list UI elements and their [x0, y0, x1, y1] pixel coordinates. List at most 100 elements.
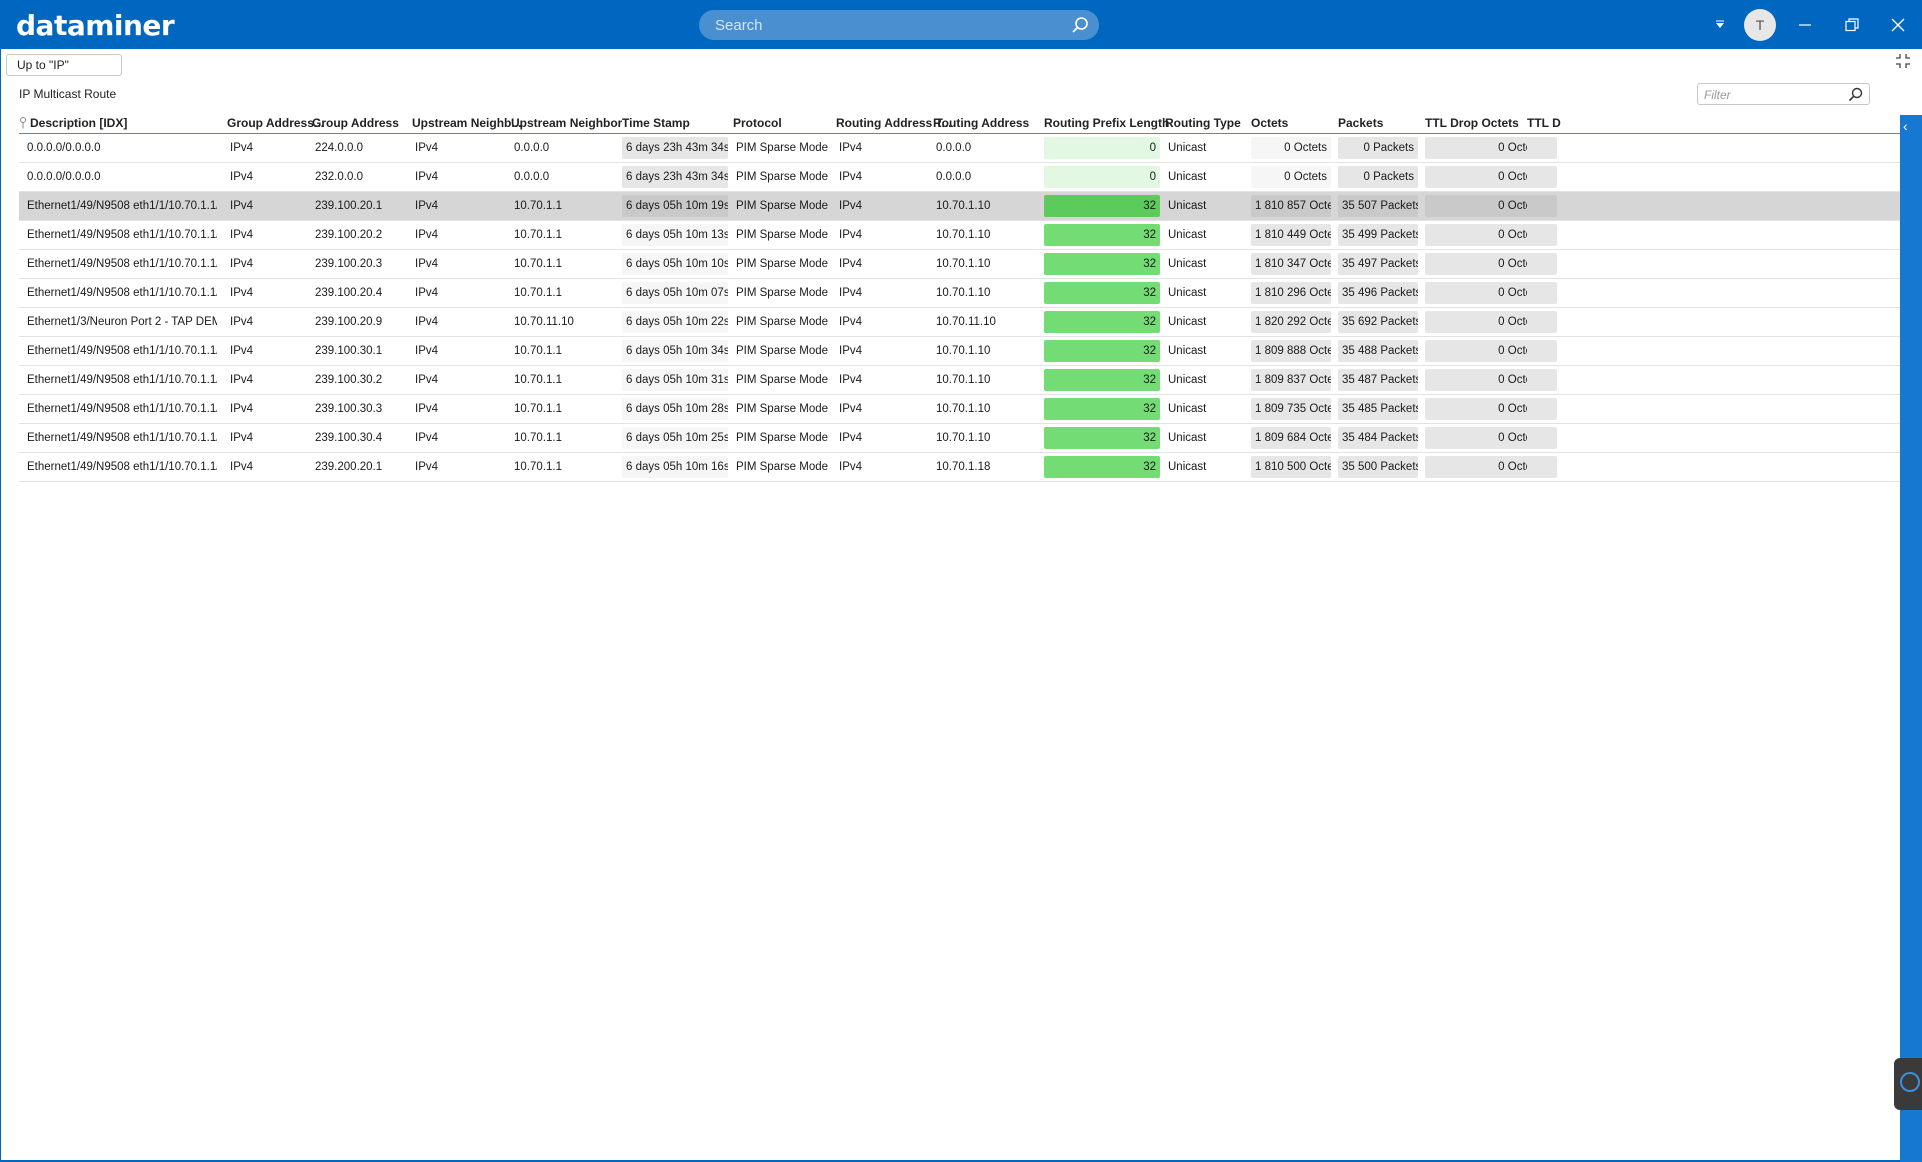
cell-routing-address: 10.70.1.10	[936, 200, 991, 212]
cell-upstream-neighbor-type: IPv4	[415, 403, 439, 415]
search-icon[interactable]	[1071, 16, 1089, 34]
column-header-label: Routing Type	[1165, 116, 1241, 130]
window-border-left	[0, 49, 1, 1162]
avatar[interactable]: T	[1744, 9, 1776, 41]
column-header-description[interactable]: Description [IDX]	[19, 116, 127, 130]
cell-routing-prefix-length: 32	[1044, 224, 1160, 246]
cell-protocol: PIM Sparse Mode	[736, 142, 829, 154]
cell-ttl-drop-clipped	[1527, 282, 1557, 304]
cell-group-address: 239.100.30.4	[315, 432, 383, 444]
table-row[interactable]: 0.0.0.0/0.0.0.0 IPv4 224.0.0.0 IPv4 0.0.0.0 6…	[19, 134, 1900, 163]
table-row[interactable]: Ethernet1/49/N9508 eth1/1/10.70.1.1/10.7…	[19, 279, 1900, 308]
column-header-upstream-neighbor-type[interactable]: Upstream Neighb...	[412, 116, 521, 130]
cell-octets: 1 809 837 Octets	[1251, 369, 1331, 391]
cell-group-address-type: IPv4	[230, 461, 254, 473]
column-header-protocol[interactable]: Protocol	[733, 116, 782, 130]
cell-group-address: 239.100.30.1	[315, 345, 383, 357]
dropdown-arrow-icon[interactable]	[1707, 12, 1733, 38]
column-header-routing-address[interactable]: Routing Address	[933, 116, 1029, 130]
table-row[interactable]: Ethernet1/49/N9508 eth1/1/10.70.1.1/10.7…	[19, 221, 1900, 250]
cell-routing-type: Unicast	[1168, 258, 1207, 270]
column-header-ttl-drop[interactable]: TTL D	[1527, 116, 1561, 130]
cell-routing-prefix-length: 32	[1044, 369, 1160, 391]
cell-octets: 0 Octets	[1251, 137, 1331, 159]
table-row[interactable]: Ethernet1/49/N9508 eth1/1/10.70.1.1/10.7…	[19, 192, 1900, 221]
cell-protocol: PIM Sparse Mode	[736, 171, 829, 183]
section-title: IP Multicast Route	[19, 87, 117, 101]
cell-octets: 1 810 347 Octets	[1251, 253, 1331, 275]
column-header-group-address-type[interactable]: Group Address...	[227, 116, 324, 130]
cell-upstream-neighbor-type: IPv4	[415, 374, 439, 386]
cell-ttl-drop-clipped	[1527, 456, 1557, 478]
side-panel-handle[interactable]	[1894, 1058, 1922, 1110]
cell-octets: 1 809 684 Octets	[1251, 427, 1331, 449]
cell-upstream-neighbor-type: IPv4	[415, 461, 439, 473]
column-header-octets[interactable]: Octets	[1251, 116, 1288, 130]
cell-upstream-neighbor-type: IPv4	[415, 432, 439, 444]
cell-routing-prefix-length: 32	[1044, 340, 1160, 362]
column-header-ttl-drop-octets[interactable]: TTL Drop Octets	[1425, 116, 1519, 130]
table-row[interactable]: 0.0.0.0/0.0.0.0 IPv4 232.0.0.0 IPv4 0.0.0.0 6…	[19, 163, 1900, 192]
minimize-icon[interactable]	[1792, 12, 1818, 38]
chevron-left-icon[interactable]: ‹	[1903, 118, 1908, 134]
cell-upstream-neighbor: 0.0.0.0	[514, 171, 550, 183]
column-header-label: TTL D	[1527, 116, 1561, 130]
cell-packets: 35 500 Packets	[1338, 456, 1418, 478]
side-panel-rail[interactable]	[1900, 115, 1922, 1162]
cell-protocol: PIM Sparse Mode	[736, 461, 829, 473]
table-row[interactable]: Ethernet1/49/N9508 eth1/1/10.70.1.1/10.7…	[19, 395, 1900, 424]
cell-upstream-neighbor-type: IPv4	[415, 345, 439, 357]
table-row[interactable]: Ethernet1/49/N9508 eth1/1/10.70.1.1/10.7…	[19, 453, 1900, 482]
table-row[interactable]: Ethernet1/49/N9508 eth1/1/10.70.1.1/10.7…	[19, 337, 1900, 366]
cell-packets: 35 692 Packets	[1338, 311, 1418, 333]
cell-routing-prefix-length: 32	[1044, 456, 1160, 478]
column-header-packets[interactable]: Packets	[1338, 116, 1383, 130]
cell-routing-address: 10.70.1.18	[936, 461, 991, 473]
cell-group-address: 239.100.30.3	[315, 403, 383, 415]
cell-protocol: PIM Sparse Mode	[736, 229, 829, 241]
cell-group-address: 239.100.20.2	[315, 229, 383, 241]
cell-routing-address: 10.70.1.10	[936, 258, 991, 270]
column-header-label: Description [IDX]	[30, 116, 128, 130]
cell-group-address: 239.100.20.4	[315, 287, 383, 299]
cell-packets: 35 499 Packets	[1338, 224, 1418, 246]
cell-description: Ethernet1/49/N9508 eth1/1/10.70.1.1/10.7…	[27, 461, 217, 473]
cell-routing-prefix-length: 32	[1044, 398, 1160, 420]
search-input[interactable]: Search	[699, 10, 1099, 40]
column-header-routing-type[interactable]: Routing Type	[1165, 116, 1241, 130]
column-header-label: Routing Prefix Length	[1044, 116, 1170, 130]
cell-time-stamp: 6 days 05h 10m 07s	[622, 282, 728, 304]
restore-icon[interactable]	[1839, 12, 1865, 38]
cell-group-address-type: IPv4	[230, 287, 254, 299]
column-header-label: Time Stamp	[622, 116, 690, 130]
table-row[interactable]: Ethernet1/49/N9508 eth1/1/10.70.1.1/10.7…	[19, 366, 1900, 395]
cell-routing-address-type: IPv4	[839, 229, 863, 241]
cell-upstream-neighbor: 10.70.1.1	[514, 258, 562, 270]
cell-packets: 0 Packets	[1338, 137, 1418, 159]
cell-group-address-type: IPv4	[230, 171, 254, 183]
cell-description: 0.0.0.0/0.0.0.0	[27, 142, 101, 154]
cell-routing-type: Unicast	[1168, 287, 1207, 299]
table-row[interactable]: Ethernet1/49/N9508 eth1/1/10.70.1.1/10.7…	[19, 424, 1900, 453]
column-header-upstream-neighbor[interactable]: Upstream Neighbor	[511, 116, 622, 130]
column-header-time-stamp[interactable]: Time Stamp	[622, 116, 690, 130]
cell-group-address-type: IPv4	[230, 403, 254, 415]
cell-upstream-neighbor-type: IPv4	[415, 200, 439, 212]
filter-search-icon[interactable]	[1848, 87, 1863, 102]
collapse-icon[interactable]	[1894, 52, 1912, 70]
key-icon	[20, 117, 26, 129]
column-header-group-address[interactable]: Group Address	[312, 116, 399, 130]
cell-protocol: PIM Sparse Mode	[736, 374, 829, 386]
table-row[interactable]: Ethernet1/3/Neuron Port 2 - TAP DEMO/10.…	[19, 308, 1900, 337]
cell-group-address: 224.0.0.0	[315, 142, 363, 154]
cell-description: Ethernet1/49/N9508 eth1/1/10.70.1.1/10.7…	[27, 432, 217, 444]
up-to-ip-button[interactable]: Up to "IP"	[6, 54, 122, 76]
cell-ttl-drop-clipped	[1527, 195, 1557, 217]
table-header: Description [IDX] Group Address... Group A…	[19, 112, 1900, 134]
column-header-routing-prefix-length[interactable]: Routing Prefix Length	[1044, 116, 1169, 130]
filter-input[interactable]: Filter	[1697, 83, 1870, 105]
column-header-label: Group Address...	[227, 116, 324, 130]
close-icon[interactable]	[1885, 12, 1911, 38]
table-row[interactable]: Ethernet1/49/N9508 eth1/1/10.70.1.1/10.7…	[19, 250, 1900, 279]
cell-upstream-neighbor-type: IPv4	[415, 316, 439, 328]
